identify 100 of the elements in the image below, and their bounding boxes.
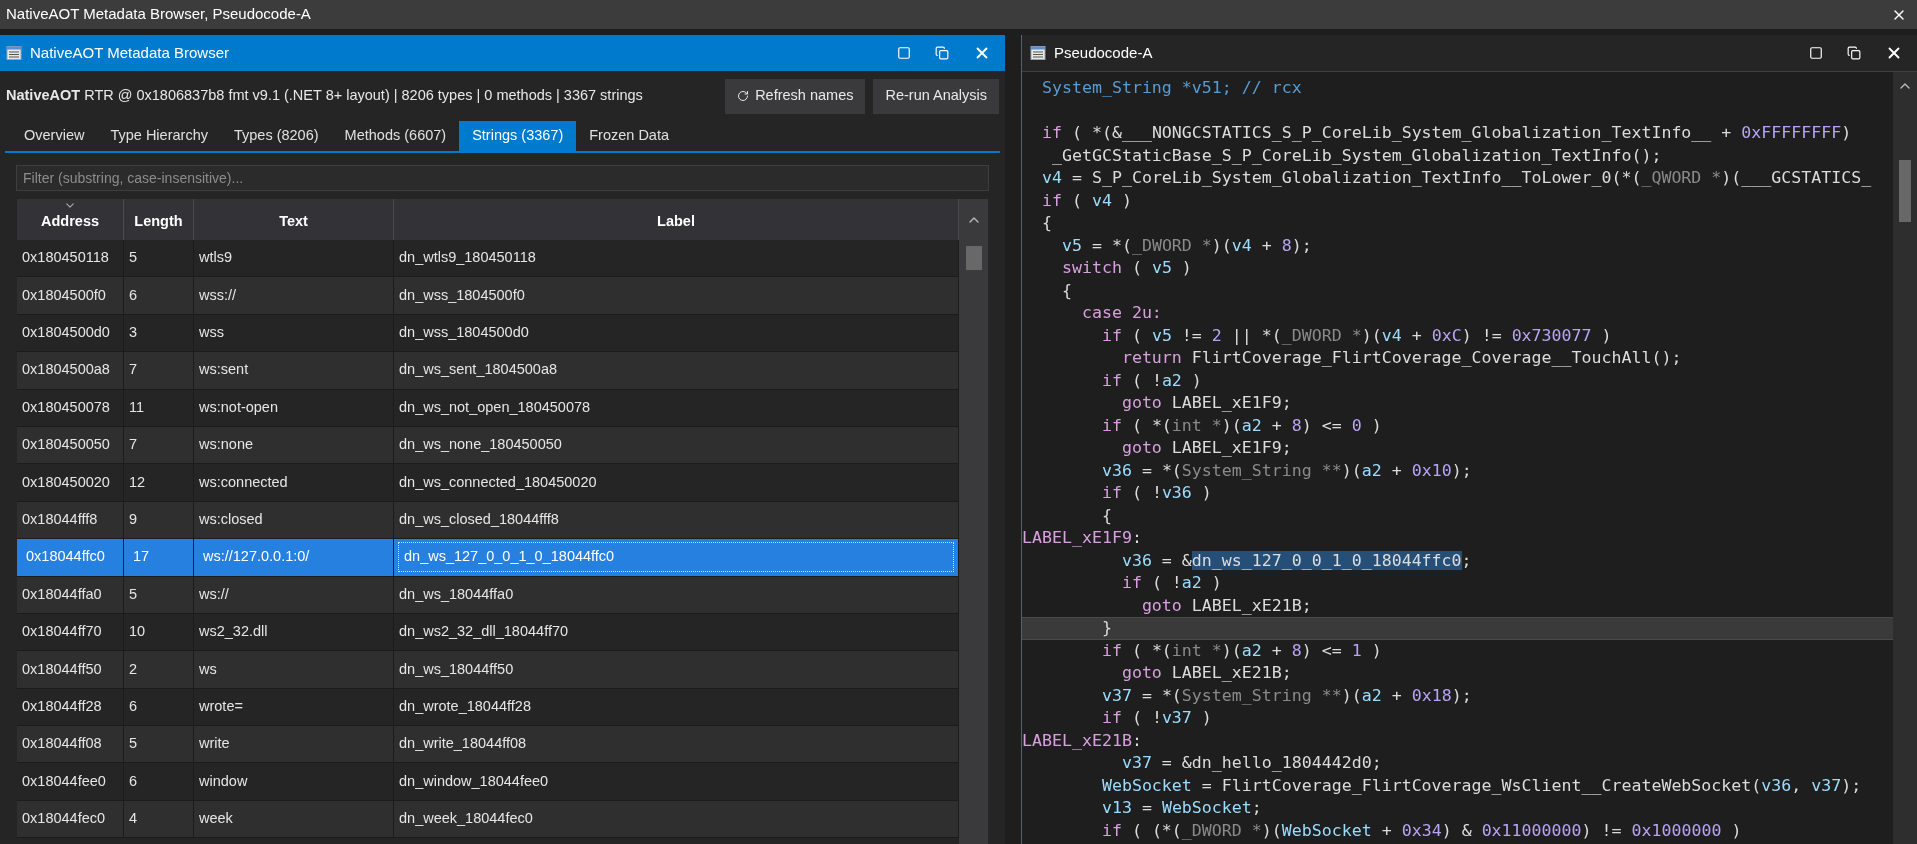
panel-title: NativeAOT Metadata Browser: [30, 42, 229, 63]
table-cell-text: dn_window_18044fee0: [398, 771, 549, 791]
table-cell-text: dn_ws_not_open_180450078: [398, 397, 591, 417]
scroll-thumb[interactable]: [1899, 160, 1911, 222]
table-row[interactable]: 0x18044ff28 6 wrote= dn_wrote_18044ff28: [17, 688, 959, 727]
table-row[interactable]: 0x1804500f0 6 wss:// dn_wss_1804500f0: [17, 277, 959, 315]
restore-icon: [935, 46, 949, 60]
table-cell-text: 6: [128, 285, 138, 305]
table-cell-text: 0x18044fff8: [21, 510, 98, 530]
table-row[interactable]: 0x1804500d0 3 wss dn_wss_1804500d0: [17, 314, 959, 353]
table-cell-text: 0x18044ff50: [21, 659, 102, 679]
tab[interactable]: Types (8206): [220, 121, 332, 151]
maximize-icon: [897, 46, 911, 60]
table-cell-text: 0x18044ff70: [21, 622, 102, 642]
table-cell-text: wtls9: [198, 248, 233, 268]
table-cell-text: dn_week_18044fec0: [398, 809, 533, 829]
table-window-icon: [6, 45, 22, 61]
table-cell-text: 0x180450020: [21, 472, 110, 492]
table-cell-text: window: [198, 771, 248, 791]
table-row[interactable]: 0x18044ff50 2 ws dn_ws_18044ff50: [17, 651, 959, 689]
restore-icon: [1847, 46, 1861, 60]
scrollbar[interactable]: [1893, 72, 1917, 844]
table-cell-text: ws://: [198, 584, 229, 604]
tab[interactable]: Frozen Data: [576, 121, 683, 151]
scroll-thumb[interactable]: [965, 246, 982, 270]
table-cell-text: ws: [198, 659, 217, 679]
table-cell-text: ws:connected: [198, 472, 288, 492]
table-cell-text: 5: [128, 248, 138, 268]
filter-field[interactable]: Filter (substring, case-insensitive)...: [16, 165, 989, 191]
table-cell-text: 0x1804500a8: [21, 360, 110, 380]
table-row[interactable]: 0x18044fee0 6 window dn_window_18044fee0: [17, 763, 959, 801]
table-row[interactable]: 0x180450118 5 wtls9 dn_wtls9_180450118: [17, 240, 959, 278]
table-cell-text: 0x1804500d0: [21, 323, 110, 343]
table-cell-text: week: [198, 809, 233, 829]
table-cell-text: 12: [128, 472, 146, 492]
tab[interactable]: Methods (6607): [331, 121, 460, 151]
table-cell-text: write: [198, 734, 230, 754]
table-cell-text: dn_ws_18044ff50: [398, 659, 514, 679]
table-cell-text: 3: [128, 323, 138, 343]
window-title: NativeAOT Metadata Browser, Pseudocode-A: [6, 4, 311, 25]
table-cell-text: 0x180450050: [21, 435, 110, 455]
table-cell-text: dn_ws_sent_1804500a8: [398, 360, 558, 380]
table-cell-text: dn_ws_connected_180450020: [398, 472, 597, 492]
table-cell-text: wrote=: [198, 697, 243, 716]
table-cell-text: 0x18044fec0: [21, 809, 106, 829]
restore-button[interactable]: [1845, 44, 1863, 62]
table-cell-text: 7: [128, 435, 138, 455]
table-cell-text: 2: [128, 659, 138, 679]
table-cell-text: 0x18044ff28: [21, 697, 102, 716]
rerun-button[interactable]: Re-run Analysis: [873, 78, 999, 114]
maximize-icon: [1809, 46, 1823, 60]
table-cell-text: 6: [128, 697, 138, 716]
table-cell-text: 5: [128, 584, 138, 604]
table-row[interactable]: 0x1804500a8 7 ws:sent dn_ws_sent_1804500a8: [17, 352, 959, 390]
table-cell-text: 0x18044ff08: [21, 734, 102, 754]
summary-text: NativeAOT RTR @ 0x1806837b8 fmt v9.1 (.NET 8+ layout) | 8206 types | 0 methods | 3367 strings: [6, 86, 643, 106]
table-window-icon: [1030, 45, 1046, 61]
table-cell-text: dn_ws_none_180450050: [398, 435, 562, 455]
table-cell-text: 0x18044ffc0: [25, 547, 105, 567]
table-cell-text: ws:not-open: [198, 397, 278, 417]
table-row[interactable]: 0x18044ffc0 17 ws://127.0.0.1:0/ dn_ws_127_0_0_1_0_18044ffc0: [17, 539, 959, 577]
panel-title: Pseudocode-A: [1054, 42, 1153, 63]
table-cell-text: wss://: [198, 285, 237, 305]
table-cell-text: dn_ws_18044ffa0: [398, 584, 514, 604]
table-cell-text: ws2_32.dll: [198, 622, 268, 642]
table-row[interactable]: 0x18044ff70 10 ws2_32.dll dn_ws2_32_dll_18044ff70: [17, 613, 959, 652]
refresh-icon: [737, 90, 750, 102]
scrollbar[interactable]: [959, 199, 988, 844]
table-row[interactable]: 0x180450020 12 ws:connected dn_ws_connected_180450020: [17, 464, 959, 502]
table-cell-text: 0x18044fee0: [21, 771, 106, 791]
table-cell-text: dn_write_18044ff08: [398, 734, 527, 754]
table-row[interactable]: 0x180450078 11 ws:not-open dn_ws_not_open_180450078: [17, 389, 959, 427]
tab[interactable]: Overview: [11, 121, 98, 151]
table-cell-text: ws:none: [198, 435, 253, 455]
table-cell-text: 0x1804500f0: [21, 285, 106, 305]
maximize-button[interactable]: [1807, 44, 1825, 62]
table-cell-text: dn_ws2_32_dll_18044ff70: [398, 622, 569, 642]
table-cell-text: 11: [128, 397, 145, 417]
table-row[interactable]: 0x18044ffa0 5 ws:// dn_ws_18044ffa0: [17, 576, 959, 614]
table-cell-text: 4: [128, 809, 138, 829]
table-row[interactable]: 0x18044ff08 5 write dn_write_18044ff08: [17, 726, 959, 764]
table-row[interactable]: 0x18044fff8 9 ws:closed dn_ws_closed_18044fff8: [17, 501, 959, 540]
table-row[interactable]: 0x180450050 7 ws:none dn_ws_none_180450050: [17, 426, 959, 465]
table-cell-text: 0x180450118: [21, 248, 109, 268]
table-cell-text: ws://127.0.0.1:0/: [202, 547, 310, 567]
table-cell-text: 6: [128, 771, 138, 791]
refresh-button[interactable]: Refresh names: [725, 78, 866, 114]
table-row[interactable]: 0x18044fec0 4 week dn_week_18044fec0: [17, 800, 959, 839]
table-cell-text: wss: [198, 323, 224, 343]
table-cell-text: ws:sent: [198, 360, 249, 380]
table-cell-text: 7: [128, 360, 138, 380]
table-cell-text: dn_wss_1804500d0: [398, 323, 529, 343]
table-cell-text: dn_ws_closed_18044fff8: [398, 510, 559, 530]
table-cell-text: 0x18044ffa0: [21, 584, 102, 604]
table-cell-text: ws:closed: [198, 510, 263, 530]
table-cell-text: 9: [128, 510, 138, 530]
tab[interactable]: Type Hierarchy: [97, 121, 221, 151]
table-cell-text: 0x180450078: [21, 397, 110, 417]
table-cell-text: dn_wtls9_180450118: [398, 248, 536, 268]
tab[interactable]: Strings (3367): [459, 121, 577, 151]
